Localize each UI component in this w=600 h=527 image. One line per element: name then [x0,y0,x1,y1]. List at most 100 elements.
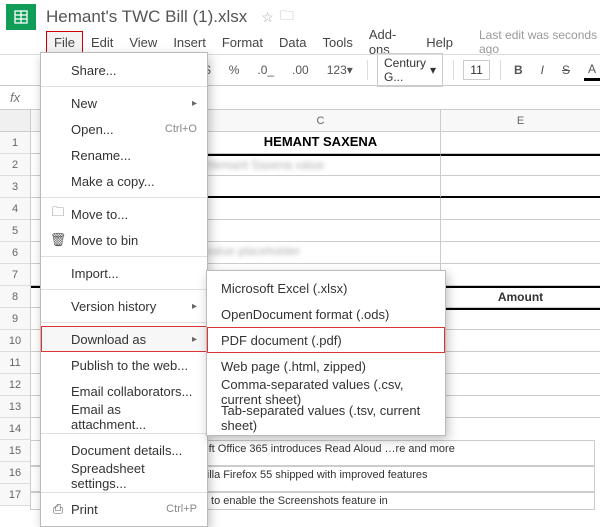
font-label: Century G... [384,56,426,84]
download-tsv[interactable]: Tab-separated values (.tsv, current shee… [207,405,445,431]
cell-blurred[interactable]: value placeholder [201,242,441,264]
menu-insert[interactable]: Insert [165,31,214,54]
row-header[interactable]: 9 [0,308,30,330]
cell-desc[interactable]: Mozilla Firefox 55 shipped with improved… [180,466,595,492]
menu-separator [41,289,207,290]
row-header[interactable]: 1 [0,132,30,154]
document-title[interactable]: Hemant's TWC Bill (1).xlsx [46,7,247,27]
file-import[interactable]: Import... [41,260,207,286]
menu-label: Rename... [67,148,197,163]
file-rename[interactable]: Rename... [41,142,207,168]
menu-file[interactable]: File [46,31,83,54]
download-html[interactable]: Web page (.html, zipped) [207,353,445,379]
file-move-to[interactable]: 🗀Move to... [41,201,207,227]
row-header[interactable]: 7 [0,264,30,286]
menu-separator [41,256,207,257]
menu-label: Spreadsheet settings... [67,461,197,491]
menu-label: Microsoft Excel (.xlsx) [221,281,347,296]
menu-format[interactable]: Format [214,31,271,54]
menu-label: Print [67,502,166,517]
row-header[interactable]: 13 [0,396,30,418]
print-icon: ⎙ [49,501,67,517]
file-spreadsheet-settings[interactable]: Spreadsheet settings... [41,463,207,489]
file-document-details[interactable]: Document details... [41,437,207,463]
row-header[interactable]: 16 [0,462,30,484]
row-header[interactable]: 17 [0,484,30,506]
menu-label: Open... [67,122,165,137]
menu-label: Make a copy... [67,174,197,189]
file-email-attachment[interactable]: Email as attachment... [41,404,207,430]
row-header[interactable]: 8 [0,286,30,308]
sheets-logo-icon [6,4,36,30]
cell-name[interactable]: HEMANT SAXENA [201,132,441,154]
col-header[interactable]: E [441,110,600,131]
row-header[interactable]: 10 [0,330,30,352]
menu-separator [41,197,207,198]
row-header[interactable]: 2 [0,154,30,176]
menu-view[interactable]: View [121,31,165,54]
menu-help[interactable]: Help [418,31,461,54]
file-email-collab[interactable]: Email collaborators... [41,378,207,404]
star-icon[interactable]: ☆ [261,9,274,26]
select-all-corner[interactable] [0,110,30,132]
file-publish[interactable]: Publish to the web... [41,352,207,378]
col-header[interactable]: C [201,110,441,131]
menu-shortcut: Ctrl+P [166,503,197,515]
cell-desc[interactable]: How to enable the Screenshots feature in [180,492,595,510]
menu-label: Share... [67,63,197,78]
tool-strike[interactable]: S [558,61,574,79]
tool-dec-decrease[interactable]: .0_ [253,61,278,79]
file-download-as[interactable]: Download as▸ [41,326,207,352]
file-open[interactable]: Open...Ctrl+O [41,116,207,142]
file-make-copy[interactable]: Make a copy... [41,168,207,194]
menu-label: Move to... [67,207,197,222]
download-pdf[interactable]: PDF document (.pdf) [207,327,445,353]
file-move-to-bin[interactable]: 🗑Move to bin [41,227,207,253]
menu-label: Web page (.html, zipped) [221,359,366,374]
chevron-right-icon: ▸ [192,301,197,312]
row-header[interactable]: 3 [0,176,30,198]
row-header[interactable]: 12 [0,374,30,396]
file-menu-dropdown: Share... New▸ Open...Ctrl+O Rename... Ma… [40,52,208,527]
cell-blurred[interactable]: Hemant Saxena value [201,154,441,176]
tool-italic[interactable]: I [537,61,548,79]
row-header[interactable]: 11 [0,352,30,374]
menu-data[interactable]: Data [271,31,314,54]
download-csv[interactable]: Comma-separated values (.csv, current sh… [207,379,445,405]
row-header[interactable]: 4 [0,198,30,220]
fx-label: fx [10,90,20,105]
tool-dec-increase[interactable]: .00 [288,61,313,79]
menu-tools[interactable]: Tools [314,31,360,54]
tool-text-color[interactable]: A [584,60,600,81]
title-bar: Hemant's TWC Bill (1).xlsx ☆ 🗀 [0,0,600,30]
tool-num-format[interactable]: 123▾ [323,61,357,79]
menu-edit[interactable]: Edit [83,31,121,54]
trash-icon: 🗑 [49,232,67,248]
menu-label: Tab-separated values (.tsv, current shee… [221,403,431,433]
font-size[interactable]: 11 [463,60,489,80]
menu-label: PDF document (.pdf) [221,333,342,348]
menu-label: New [67,96,192,111]
file-version-history[interactable]: Version history▸ [41,293,207,319]
menu-separator [41,433,207,434]
row-header[interactable]: 5 [0,220,30,242]
file-share[interactable]: Share... [41,57,207,83]
menu-separator [41,492,207,493]
tool-percent[interactable]: % [225,61,244,79]
file-new[interactable]: New▸ [41,90,207,116]
menu-label: Download as [67,332,192,347]
download-ods[interactable]: OpenDocument format (.ods) [207,301,445,327]
font-select[interactable]: Century G... ▾ [377,53,443,87]
edit-status: Last edit was seconds ago [479,28,600,56]
tool-bold[interactable]: B [510,61,527,79]
menu-label: Move to bin [67,233,197,248]
folder-icon[interactable]: 🗀 [280,5,294,29]
download-xlsx[interactable]: Microsoft Excel (.xlsx) [207,275,445,301]
row-header[interactable]: 15 [0,440,30,462]
chevron-down-icon: ▾ [430,63,436,77]
row-header[interactable]: 14 [0,418,30,440]
file-print[interactable]: ⎙PrintCtrl+P [41,496,207,522]
col-amount[interactable]: Amount [441,288,600,308]
row-header[interactable]: 6 [0,242,30,264]
cell-desc[interactable]: …soft Office 365 introduces Read Aloud …… [180,440,595,466]
